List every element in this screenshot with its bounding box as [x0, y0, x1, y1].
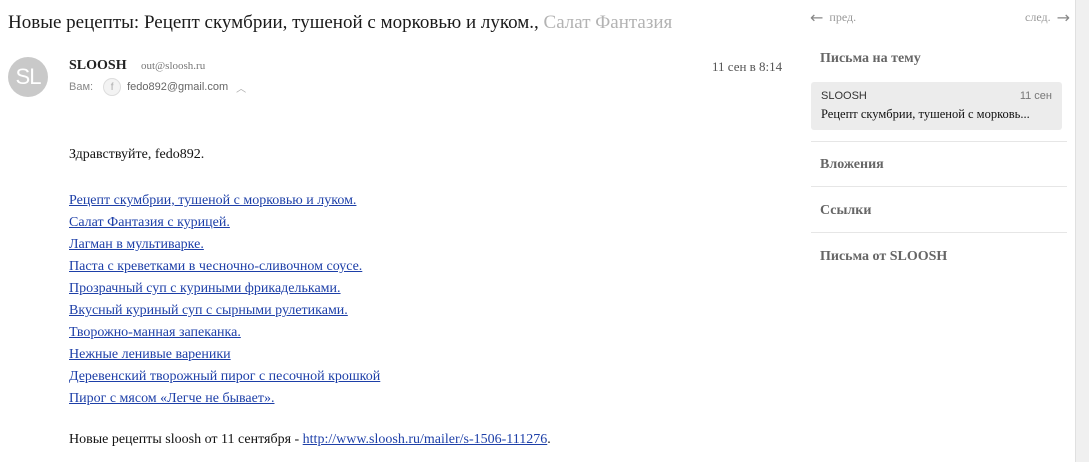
thread-sender: SLOOSH	[821, 90, 867, 102]
prev-label: пред.	[829, 10, 857, 24]
next-label: след.	[1025, 10, 1051, 24]
prev-button[interactable]: ← пред.	[810, 8, 856, 27]
footer-text: Новые рецепты sloosh от 11 сентября -	[69, 432, 303, 447]
recipe-link[interactable]: Лагман в мультиварке.	[69, 234, 380, 256]
sender-email[interactable]: out@sloosh.ru	[141, 60, 205, 72]
recipe-link[interactable]: Творожно-манная запеканка.	[69, 322, 380, 344]
email-subject-main: Новые рецепты: Рецепт скумбрии, тушеной …	[8, 12, 539, 33]
recipients-row: Вам: f fedo892@gmail.com ︿	[69, 78, 246, 96]
divider	[811, 186, 1067, 187]
divider	[811, 141, 1067, 142]
recipe-link[interactable]: Пирог с мясом «Легче не бывает».	[69, 388, 380, 410]
to-label: Вам:	[69, 81, 94, 93]
footer-link[interactable]: http://www.sloosh.ru/mailer/s-1506-11127…	[303, 432, 548, 447]
recipe-link[interactable]: Нежные ленивые вареники	[69, 344, 380, 366]
links-section-title[interactable]: Ссылки	[820, 203, 871, 219]
arrow-right-icon: →	[1056, 8, 1070, 27]
recipe-link[interactable]: Рецепт скумбрии, тушеной с морковью и лу…	[69, 190, 380, 212]
email-subject: Новые рецепты: Рецепт скумбрии, тушеной …	[8, 12, 778, 40]
footer: Новые рецепты sloosh от 11 сентября - ht…	[69, 432, 551, 448]
scrollbar[interactable]	[1075, 0, 1089, 462]
thread-subject: Рецепт скумбрии, тушеной с морковь...	[821, 107, 1030, 121]
recipe-link[interactable]: Вкусный куриный суп с сырными рулетиками…	[69, 300, 380, 322]
sender-avatar: SL	[8, 57, 48, 97]
recipe-link[interactable]: Прозрачный суп с куриными фрикадельками.	[69, 278, 380, 300]
attachments-section-title[interactable]: Вложения	[820, 157, 884, 173]
from-sender-section-title[interactable]: Письма от SLOOSH	[820, 249, 947, 265]
thread-item[interactable]: SLOOSH 11 сен Рецепт скумбрии, тушеной с…	[811, 82, 1062, 130]
recipe-link[interactable]: Деревенский творожный пирог с песочной к…	[69, 366, 380, 388]
recipient-avatar: f	[103, 78, 122, 96]
recipe-link[interactable]: Салат Фантазия с курицей.	[69, 212, 380, 234]
divider	[811, 232, 1067, 233]
sender-name[interactable]: SLOOSH	[69, 58, 127, 74]
greeting: Здравствуйте, fedo892.	[69, 147, 205, 162]
subject-fade-mask	[700, 10, 790, 42]
email-date: 11 сен в 8:14	[712, 59, 783, 74]
recipient-email[interactable]: fedo892@gmail.com	[127, 81, 228, 93]
recipe-links: Рецепт скумбрии, тушеной с морковью и лу…	[69, 190, 380, 410]
message-nav: ← пред. след. →	[810, 8, 1070, 28]
thread-section-title[interactable]: Письма на тему	[820, 51, 921, 67]
arrow-left-icon: ←	[810, 8, 824, 27]
recipe-link[interactable]: Паста с креветками в чесночно-сливочном …	[69, 256, 380, 278]
chevron-up-icon[interactable]: ︿	[236, 80, 246, 95]
email-subject-fade: Салат Фантазия	[538, 12, 673, 33]
footer-end: .	[547, 432, 551, 447]
next-button[interactable]: след. →	[1025, 8, 1070, 27]
thread-date: 11 сен	[1019, 90, 1052, 102]
